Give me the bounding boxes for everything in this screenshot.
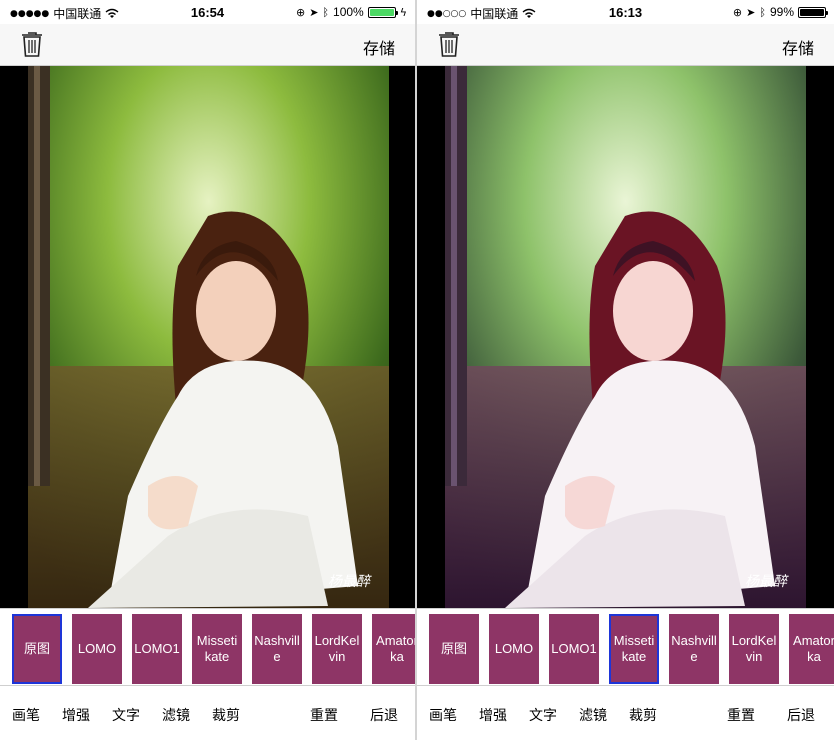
nav-bar: 存储 [0,24,415,66]
right-screen: ●●○○○ 中国联通 16:13 ⊕ ➤ ᛒ 99% 存储 杨最醉 原图 LOM… [417,0,834,740]
charging-icon: ϟ [399,5,407,19]
tool-reset[interactable]: 重置 [310,705,338,725]
tool-reset[interactable]: 重置 [727,705,755,725]
edited-photo[interactable]: 杨最醉 [28,66,389,608]
trash-icon[interactable] [20,30,44,58]
filter-lomo1[interactable]: LOMO1 [132,614,182,684]
battery-percentage: 99% [769,5,794,19]
left-screen: ●●●●● 中国联通 16:54 ⊕ ➤ ᛒ 100% ϟ 存储 杨最醉 原图 … [0,0,415,740]
filter-lomo1[interactable]: LOMO1 [549,614,599,684]
filter-amatorka[interactable]: Amatorka [372,614,415,684]
battery-percentage: 100% [333,5,364,19]
photo-image: 杨最醉 [445,66,806,608]
save-button[interactable]: 存储 [782,35,814,59]
filter-lordkelvin[interactable]: LordKelvin [312,614,362,684]
edit-toolbar: 画笔 增强 文字 滤镜 裁剪 重置 后退 [417,686,834,740]
tool-undo[interactable]: 后退 [370,705,398,725]
tool-text[interactable]: 文字 [529,705,557,725]
nav-bar: 存储 [417,24,834,66]
status-bar: ●●●●● 中国联通 16:54 ⊕ ➤ ᛒ 100% ϟ [0,0,415,24]
trash-icon[interactable] [437,30,461,58]
status-bar: ●●○○○ 中国联通 16:13 ⊕ ➤ ᛒ 99% [417,0,834,24]
filter-nashville[interactable]: Nashville [252,614,302,684]
tool-brush[interactable]: 画笔 [429,705,457,725]
filter-lordkelvin[interactable]: LordKelvin [729,614,779,684]
photo-canvas: 杨最醉 [0,66,415,608]
battery-icon [798,6,828,18]
orientation-lock-icon: ⊕ [732,5,743,19]
svg-text:杨最醉: 杨最醉 [745,574,789,590]
filter-amatorka[interactable]: Amatorka [789,614,834,684]
location-icon: ➤ [746,5,756,19]
filter-nashville[interactable]: Nashville [669,614,719,684]
svg-text:杨最醉: 杨最醉 [328,574,372,590]
filter-strip[interactable]: 原图 LOMO LOMO1 Missetikate Nashville Lord… [417,608,834,686]
filter-original[interactable]: 原图 [12,614,62,684]
edit-toolbar: 画笔 增强 文字 滤镜 裁剪 重置 后退 [0,686,415,740]
save-button[interactable]: 存储 [363,35,395,59]
photo-image: 杨最醉 [28,66,389,608]
tool-crop[interactable]: 裁剪 [629,705,657,725]
filter-missetikate[interactable]: Missetikate [192,614,242,684]
bluetooth-icon: ᛒ [759,5,766,19]
filter-strip[interactable]: 原图 LOMO LOMO1 Missetikate Nashville Lord… [0,608,415,686]
photo-canvas: 杨最醉 [417,66,834,608]
tool-text[interactable]: 文字 [112,705,140,725]
filter-lomo[interactable]: LOMO [72,614,122,684]
filter-lomo[interactable]: LOMO [489,614,539,684]
bluetooth-icon: ᛒ [322,5,330,19]
tool-filter[interactable]: 滤镜 [162,705,190,725]
filter-missetikate[interactable]: Missetikate [609,614,659,684]
filter-original[interactable]: 原图 [429,614,479,684]
tool-crop[interactable]: 裁剪 [212,705,240,725]
tool-filter[interactable]: 滤镜 [579,705,607,725]
tool-enhance[interactable]: 增强 [479,705,507,725]
battery-icon [367,6,398,18]
tool-enhance[interactable]: 增强 [62,705,90,725]
tool-undo[interactable]: 后退 [787,705,815,725]
tool-brush[interactable]: 画笔 [12,705,40,725]
edited-photo[interactable]: 杨最醉 [445,66,806,608]
location-icon: ➤ [309,5,319,19]
orientation-lock-icon: ⊕ [295,5,306,19]
